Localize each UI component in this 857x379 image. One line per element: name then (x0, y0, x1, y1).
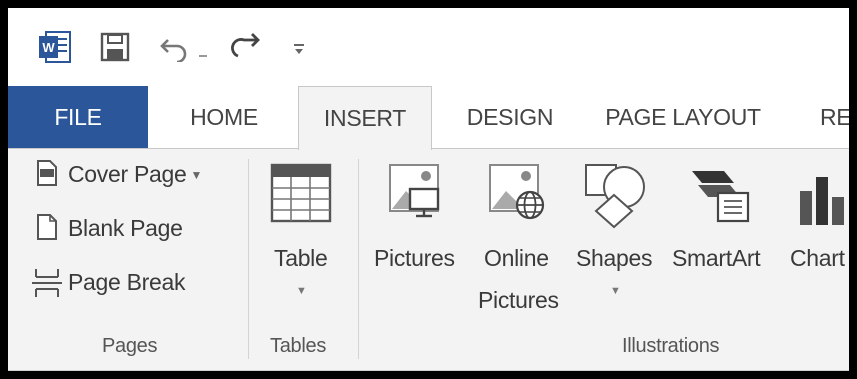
online-pictures-label-line1: Online (484, 245, 549, 271)
word-app-icon[interactable]: W (38, 30, 72, 64)
blank-page-icon (36, 213, 58, 241)
customize-qat-icon[interactable] (292, 42, 306, 56)
ribbon-tabs: FILE HOME INSERT DESIGN PAGE LAYOUT RE (8, 86, 849, 150)
online-pictures-icon (488, 163, 554, 229)
online-pictures-label-line2: Pictures (478, 287, 559, 313)
smartart-icon (690, 167, 752, 225)
save-icon[interactable] (100, 32, 130, 62)
tab-file[interactable]: FILE (8, 86, 148, 148)
table-icon (270, 163, 332, 223)
page-break-button[interactable]: Page Break (68, 269, 186, 296)
cover-page-label: Cover Page (68, 161, 187, 187)
ribbon-insert: Cover Page▼ Blank Page Page Break Pages (8, 148, 849, 371)
redo-icon[interactable] (230, 30, 264, 62)
tables-group-label: Tables (270, 335, 327, 357)
undo-icon[interactable] (158, 32, 192, 64)
pages-group-label: Pages (102, 335, 158, 357)
table-button[interactable]: Table (274, 245, 328, 272)
chart-icon (798, 169, 849, 225)
tab-review[interactable]: RE (820, 86, 849, 148)
table-dropdown-icon[interactable]: ▼ (296, 285, 307, 297)
page-break-icon (32, 265, 64, 299)
smartart-button[interactable]: SmartArt (672, 245, 761, 272)
undo-dropdown-icon[interactable] (198, 48, 208, 57)
illustrations-group-label: Illustrations (622, 335, 720, 357)
tab-home[interactable]: HOME (176, 86, 272, 148)
svg-text:W: W (42, 40, 55, 55)
tab-design[interactable]: DESIGN (456, 86, 564, 148)
pictures-icon (388, 163, 454, 229)
cover-page-dropdown-icon: ▼ (190, 168, 203, 182)
cover-page-icon (36, 159, 58, 187)
shapes-icon (582, 161, 648, 229)
group-separator (358, 159, 359, 359)
ribbon-bottom-border (8, 370, 849, 371)
blank-page-button[interactable]: Blank Page (68, 215, 183, 242)
tab-insert[interactable]: INSERT (298, 86, 432, 150)
chart-button[interactable]: Chart (790, 245, 845, 272)
shapes-button[interactable]: Shapes (576, 245, 653, 272)
pictures-button[interactable]: Pictures (374, 245, 455, 272)
shapes-dropdown-icon[interactable]: ▼ (610, 285, 621, 297)
quick-access-toolbar: W (8, 8, 849, 86)
group-separator (248, 159, 249, 359)
word-window: W FILE HOME INSERT DESIGN PAGE LAYOUT RE… (8, 8, 849, 371)
tab-page-layout[interactable]: PAGE LAYOUT (588, 86, 778, 148)
online-pictures-button[interactable]: Online (484, 245, 549, 272)
cover-page-button[interactable]: Cover Page ▼ (68, 161, 202, 188)
